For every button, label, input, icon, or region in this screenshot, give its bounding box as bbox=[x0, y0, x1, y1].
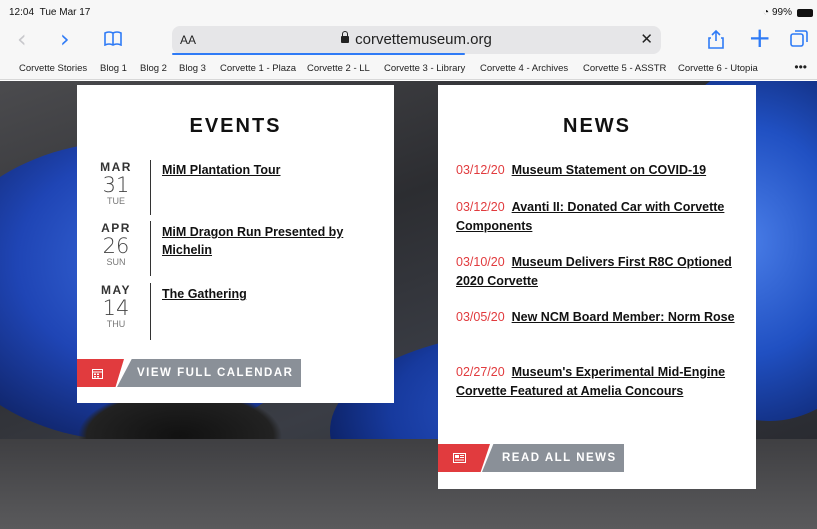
bookmarks-book-icon[interactable] bbox=[104, 31, 122, 51]
status-clock: 12:04 bbox=[9, 7, 35, 18]
more-bookmarks-icon[interactable]: ••• bbox=[794, 60, 807, 74]
news-panel: NEWS 03/12/20 Museum Statement on COVID-… bbox=[438, 85, 756, 489]
news-date: 03/05/20 bbox=[456, 310, 505, 324]
event-date: MAY 14 THU bbox=[97, 283, 135, 329]
event-link[interactable]: The Gathering bbox=[162, 286, 377, 304]
news-date: 02/27/20 bbox=[456, 365, 505, 379]
event-date: MAR 31 TUE bbox=[97, 160, 135, 206]
url-text: corvettemuseum.org bbox=[355, 31, 492, 48]
read-all-news-label[interactable]: READ ALL NEWS bbox=[482, 444, 624, 472]
new-tab-plus-icon[interactable]: + bbox=[748, 24, 771, 52]
clear-url-icon[interactable]: ✕ bbox=[640, 30, 653, 48]
share-icon[interactable] bbox=[706, 29, 726, 49]
event-weekday: THU bbox=[106, 319, 126, 329]
event-month: MAR bbox=[100, 160, 132, 174]
event-weekday: SUN bbox=[106, 257, 126, 267]
newspaper-icon bbox=[453, 453, 466, 463]
bookmark-corvette-3-library[interactable]: Corvette 3 - Library bbox=[384, 63, 465, 74]
event-day: 26 bbox=[102, 234, 130, 258]
news-item: 03/10/20 Museum Delivers First R8C Optio… bbox=[456, 253, 741, 290]
news-item: 03/12/20 Museum Statement on COVID-19 bbox=[456, 161, 741, 180]
status-time: 12:04 Tue Mar 17 bbox=[9, 7, 90, 18]
events-title: EVENTS bbox=[189, 115, 282, 137]
bookmark-blog-3[interactable]: Blog 3 bbox=[179, 63, 206, 74]
news-item: 02/27/20 Museum's Experimental Mid-Engin… bbox=[456, 363, 741, 400]
tabs-overview-icon[interactable] bbox=[790, 30, 808, 48]
news-date: 03/12/20 bbox=[456, 200, 505, 214]
event-link[interactable]: MiM Plantation Tour bbox=[162, 162, 377, 180]
browser-toolbar: ‹ › AA corvettemuseum.org ✕ + bbox=[0, 22, 817, 58]
page-load-progress bbox=[172, 53, 466, 55]
wifi-icon: ◔ bbox=[762, 7, 769, 18]
status-indicators: ◔ 99% bbox=[763, 7, 813, 18]
calendar-icon bbox=[92, 369, 103, 379]
bookmarks-bar: Corvette Stories Blog 1 Blog 2 Blog 3 Co… bbox=[0, 58, 817, 80]
bookmark-corvette-6-utopia[interactable]: Corvette 6 - Utopia bbox=[678, 63, 758, 74]
event-divider bbox=[150, 221, 151, 276]
bookmark-corvette-stories[interactable]: Corvette Stories bbox=[19, 63, 87, 74]
news-item: 03/05/20 New NCM Board Member: Norm Rose bbox=[456, 308, 741, 327]
cta-accent bbox=[77, 359, 124, 387]
event-day: 31 bbox=[102, 173, 130, 197]
news-link[interactable]: Museum Statement on COVID-19 bbox=[512, 163, 706, 177]
url-display[interactable]: corvettemuseum.org bbox=[172, 31, 661, 48]
view-calendar-label[interactable]: VIEW FULL CALENDAR bbox=[117, 359, 301, 387]
view-calendar-button[interactable]: VIEW FULL CALENDAR bbox=[77, 359, 301, 387]
news-date: 03/10/20 bbox=[456, 255, 505, 269]
event-weekday: TUE bbox=[107, 196, 125, 206]
read-all-news-button[interactable]: READ ALL NEWS bbox=[438, 444, 624, 472]
forward-arrow-icon[interactable]: › bbox=[60, 24, 70, 54]
news-link[interactable]: New NCM Board Member: Norm Rose bbox=[512, 310, 735, 324]
bookmark-corvette-4-archives[interactable]: Corvette 4 - Archives bbox=[480, 63, 568, 74]
bookmark-blog-2[interactable]: Blog 2 bbox=[140, 63, 167, 74]
event-divider bbox=[150, 283, 151, 340]
battery-percent: 99% bbox=[771, 7, 792, 18]
event-day: 14 bbox=[102, 296, 130, 320]
bookmark-corvette-2-ll[interactable]: Corvette 2 - LL bbox=[307, 63, 370, 74]
status-bar: 12:04 Tue Mar 17 ◔ 99% bbox=[0, 0, 817, 22]
bookmark-corvette-1-plaza[interactable]: Corvette 1 - Plaza bbox=[220, 63, 296, 74]
event-divider bbox=[150, 160, 151, 215]
lock-icon bbox=[341, 31, 350, 43]
news-item: 03/12/20 Avanti II: Donated Car with Cor… bbox=[456, 198, 741, 235]
cta-accent bbox=[438, 444, 490, 472]
bookmark-blog-1[interactable]: Blog 1 bbox=[100, 63, 127, 74]
event-month: MAY bbox=[100, 283, 132, 297]
event-link[interactable]: MiM Dragon Run Presented by Michelin bbox=[162, 224, 377, 259]
back-arrow-icon[interactable]: ‹ bbox=[17, 24, 27, 54]
events-panel: EVENTS MAR 31 TUE MiM Plantation Tour AP… bbox=[77, 85, 394, 403]
news-date: 03/12/20 bbox=[456, 163, 505, 177]
battery-icon bbox=[797, 8, 813, 17]
news-title: NEWS bbox=[563, 115, 631, 137]
bookmark-corvette-5-asstr[interactable]: Corvette 5 - ASSTR bbox=[583, 63, 666, 74]
address-bar[interactable]: AA corvettemuseum.org ✕ bbox=[172, 26, 661, 55]
status-date: Tue Mar 17 bbox=[39, 7, 91, 18]
event-month: APR bbox=[101, 221, 131, 235]
event-date: APR 26 SUN bbox=[97, 221, 135, 267]
